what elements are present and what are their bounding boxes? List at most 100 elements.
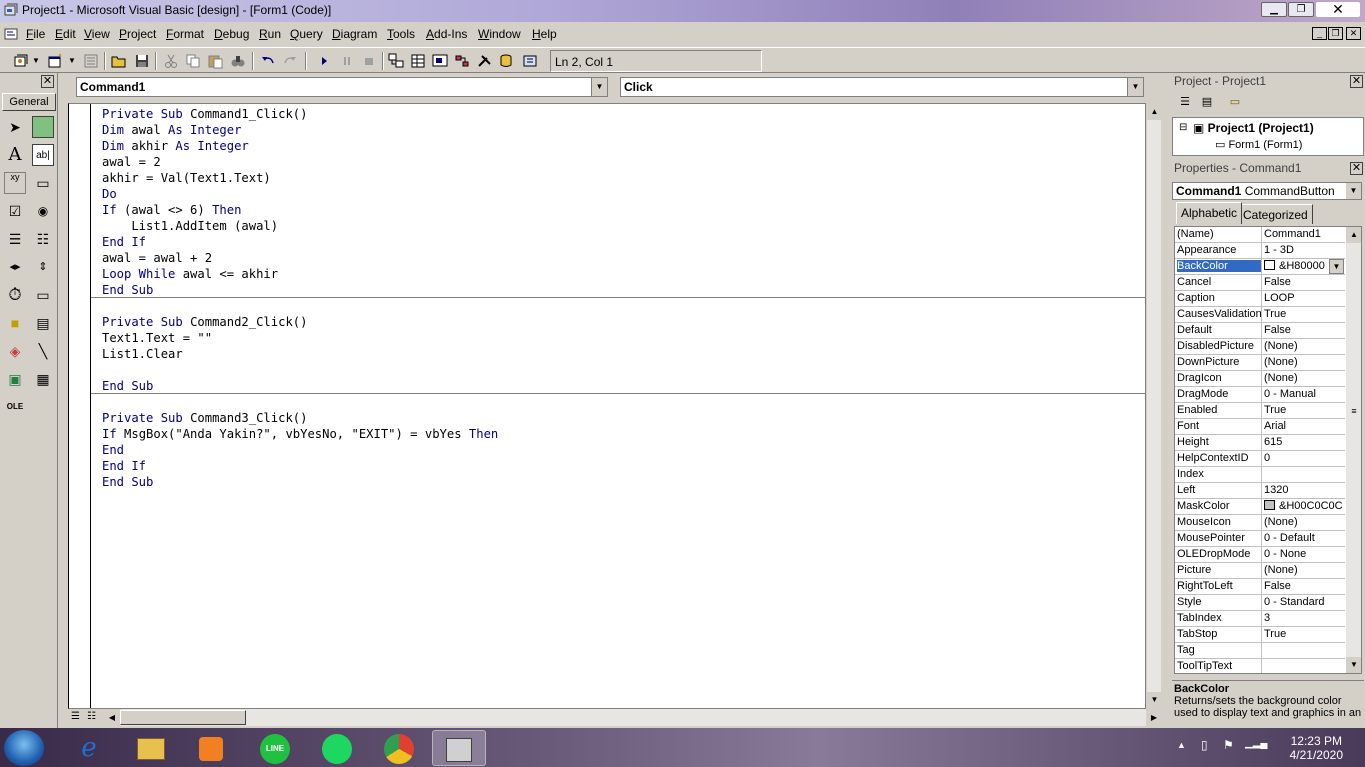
property-value[interactable]: (None) [1264, 356, 1344, 368]
property-row[interactable]: Enabled True [1175, 403, 1345, 419]
timer-tool-icon[interactable]: ⏱ [4, 284, 26, 306]
start-run-icon[interactable] [315, 52, 333, 70]
line-tool-icon[interactable]: ╲ [32, 340, 54, 362]
open-project-icon[interactable] [110, 52, 128, 70]
form-layout-icon[interactable] [431, 52, 449, 70]
code-blank-line[interactable] [102, 298, 498, 314]
property-value[interactable]: LOOP [1264, 292, 1344, 304]
code-line[interactable]: End Sub [102, 378, 498, 394]
code-line[interactable]: If (awal <> 6) Then [102, 202, 498, 218]
toggle-folders-icon[interactable]: ▭ [1226, 95, 1244, 111]
menu-view[interactable]: View [84, 27, 110, 41]
property-row[interactable]: RightToLeft False [1175, 579, 1345, 595]
property-value[interactable]: 0 - Manual [1264, 388, 1344, 400]
code-line[interactable]: Private Sub Command2_Click() [102, 314, 498, 330]
property-row[interactable]: DragMode 0 - Manual [1175, 387, 1345, 403]
redo-icon[interactable] [281, 52, 299, 70]
full-module-view-icon[interactable]: ☷ [87, 711, 96, 722]
menu-tools[interactable]: Tools [387, 27, 415, 41]
property-row[interactable]: MouseIcon (None) [1175, 515, 1345, 531]
property-row[interactable]: Style 0 - Standard [1175, 595, 1345, 611]
internet-explorer-icon[interactable]: e [62, 730, 116, 766]
property-value[interactable]: False [1264, 580, 1344, 592]
code-blank-line[interactable] [102, 394, 498, 410]
project-explorer-close-button[interactable]: ✕ [1350, 75, 1363, 88]
code-line[interactable]: Text1.Text = "" [102, 330, 498, 346]
vb-app-icon[interactable] [4, 3, 18, 17]
ole-tool-icon[interactable]: OLE [4, 396, 26, 418]
object-combobox[interactable]: Command1 ▼ [76, 77, 608, 97]
property-value[interactable]: 0 - None [1264, 548, 1344, 560]
scroll-right-arrow-icon[interactable]: ▶ [1146, 709, 1162, 726]
media-player-icon[interactable] [184, 730, 238, 766]
scroll-grip-icon[interactable]: ≡ [1346, 403, 1361, 419]
object-browser-icon[interactable] [453, 52, 471, 70]
copy-icon[interactable] [184, 52, 202, 70]
code-line[interactable] [102, 362, 498, 378]
code-horizontal-scrollbar[interactable]: ☰ ☷ ◀ ▶ [68, 709, 1162, 726]
drivelistbox-tool-icon[interactable]: ▭ [32, 284, 54, 306]
view-code-icon[interactable]: ☰ [1176, 95, 1194, 111]
property-row[interactable]: ToolTipText [1175, 659, 1345, 673]
procedure-combobox[interactable]: Click ▼ [620, 77, 1144, 97]
property-value[interactable]: True [1264, 628, 1344, 640]
property-row[interactable]: TabStop True [1175, 627, 1345, 643]
end-run-icon[interactable] [360, 52, 378, 70]
code-window-icon[interactable] [4, 27, 18, 41]
code-line[interactable]: List1.Clear [102, 346, 498, 362]
property-row[interactable]: Caption LOOP [1175, 291, 1345, 307]
menu-edit[interactable]: Edit [55, 27, 76, 41]
toolbox-tab-general[interactable]: General [2, 93, 56, 111]
code-line[interactable]: akhir = Val(Text1.Text) [102, 170, 498, 186]
property-row[interactable]: MousePointer 0 - Default [1175, 531, 1345, 547]
menu-run[interactable]: Run [259, 27, 281, 41]
property-row[interactable]: Height 615 [1175, 435, 1345, 451]
code-line[interactable]: awal = awal + 2 [102, 250, 498, 266]
code-line[interactable]: End [102, 442, 498, 458]
property-row[interactable]: Cancel False [1175, 275, 1345, 291]
label-tool-icon[interactable]: A [4, 144, 26, 166]
toolbox-icon[interactable] [476, 52, 494, 70]
frame-tool-icon[interactable]: xy [4, 172, 26, 194]
property-value[interactable]: (None) [1264, 372, 1344, 384]
data-view-icon[interactable] [498, 52, 516, 70]
collapse-icon[interactable]: ⊟ [1179, 122, 1187, 133]
property-row[interactable]: (Name) Command1 [1175, 227, 1345, 243]
show-hidden-icons-icon[interactable]: ▲ [1177, 740, 1186, 750]
scroll-thumb[interactable] [120, 710, 246, 725]
property-value[interactable]: (None) [1264, 340, 1344, 352]
pointer-tool-icon[interactable]: ➤ [4, 116, 26, 138]
chevron-down-icon[interactable]: ▼ [591, 78, 607, 96]
clock[interactable]: 12:23 PM 4/21/2020 [1290, 734, 1343, 762]
code-line[interactable]: End If [102, 234, 498, 250]
tree-node-form[interactable]: ▭ Form1 (Form1) [1215, 138, 1302, 151]
property-value[interactable]: 0 [1264, 452, 1344, 464]
view-object-icon[interactable]: ▤ [1198, 95, 1216, 111]
combobox-tool-icon[interactable]: ☰ [4, 228, 26, 250]
scroll-down-arrow-icon[interactable]: ▼ [1147, 692, 1162, 708]
chevron-down-icon[interactable]: ▼ [1329, 259, 1344, 274]
code-line[interactable]: Dim akhir As Integer [102, 138, 498, 154]
commandbutton-tool-icon[interactable]: ▭ [32, 172, 54, 194]
property-value[interactable]: 615 [1264, 436, 1344, 448]
mdi-minimize-button[interactable]: _ [1312, 27, 1327, 40]
code-text[interactable]: Private Sub Command1_Click() Dim awal As … [102, 106, 498, 490]
procedure-view-icon[interactable]: ☰ [71, 711, 80, 722]
code-line[interactable]: End Sub [102, 282, 498, 298]
mdi-close-button[interactable]: ✕ [1346, 27, 1361, 40]
code-line[interactable]: Loop While awal <= akhir [102, 266, 498, 282]
network-signal-icon[interactable]: ▁▂▄ [1245, 738, 1267, 749]
menu-query[interactable]: Query [290, 27, 323, 41]
properties-window-icon[interactable] [409, 52, 427, 70]
property-value[interactable]: Arial [1264, 420, 1344, 432]
action-center-flag-icon[interactable]: ⚑ [1223, 738, 1234, 752]
picturebox-tool-icon[interactable] [32, 116, 54, 138]
property-row[interactable]: DisabledPicture (None) [1175, 339, 1345, 355]
property-row[interactable]: MaskColor &H00C0C0C [1175, 499, 1345, 515]
property-row[interactable]: BackColor &H80000 ▼ [1175, 259, 1345, 275]
property-value[interactable]: False [1264, 276, 1344, 288]
image-tool-icon[interactable]: ▣ [4, 368, 26, 390]
menu-add-ins[interactable]: Add-Ins [426, 27, 467, 41]
code-line[interactable]: List1.AddItem (awal) [102, 218, 498, 234]
property-value[interactable]: 3 [1264, 612, 1344, 624]
